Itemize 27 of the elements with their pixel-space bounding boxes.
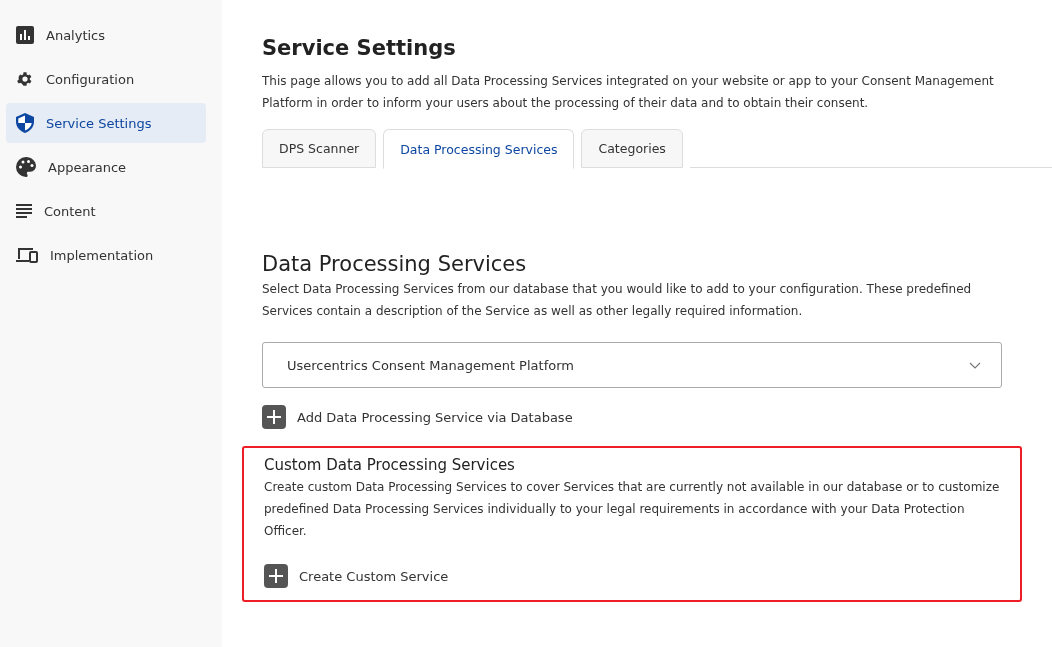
sidebar-item[interactable]: Implementation <box>6 235 206 275</box>
sidebar-item[interactable]: Appearance <box>6 147 206 187</box>
page-title: Service Settings <box>262 36 457 60</box>
tab[interactable]: Data Processing Services <box>383 129 575 169</box>
sidebar-item[interactable]: Content <box>6 191 206 231</box>
tab[interactable]: DPS Scanner <box>262 129 377 168</box>
devices-icon <box>16 247 38 263</box>
chevron-down-icon <box>969 361 981 369</box>
service-dropdown[interactable]: Usercentrics Consent Management Platform <box>262 342 1002 388</box>
section-description: Create custom Data Processing Services to cover Services that are currently not available in our database or to customize predefined Data Processing Services individually to your legal requirements in accordance with your Data Protection Officer. <box>264 479 1000 540</box>
add-button[interactable]: Add Data Processing Service via Database <box>262 405 573 429</box>
palette-icon <box>16 157 36 177</box>
create-button[interactable]: Create Custom Service <box>264 564 449 588</box>
tab[interactable]: Categories <box>581 129 683 168</box>
sidebar-item[interactable]: Service Settings <box>6 103 206 143</box>
page-description: This page allows you to add all Data Processing Services integrated on your website or app to your Consent Management Platform in order to inform your users about the processing of their data and to obtain their consent. <box>262 73 995 112</box>
section-description: Select Data Processing Services from our database that you would like to add to your configuration. These predefined Services contain a description of the Service as well as other legally required information. <box>262 281 973 320</box>
plus-icon <box>264 564 288 588</box>
sidebar-item[interactable]: Configuration <box>6 59 206 99</box>
sidebar-item[interactable]: Analytics <box>6 15 206 55</box>
section-heading: Custom Data Processing Services <box>264 456 516 474</box>
section-heading: Data Processing Services <box>262 252 528 276</box>
settings-icon <box>16 70 34 88</box>
bar-chart-icon <box>16 26 34 44</box>
text-lines-icon <box>16 204 32 218</box>
plus-icon <box>262 405 286 429</box>
shield-icon <box>16 113 34 133</box>
